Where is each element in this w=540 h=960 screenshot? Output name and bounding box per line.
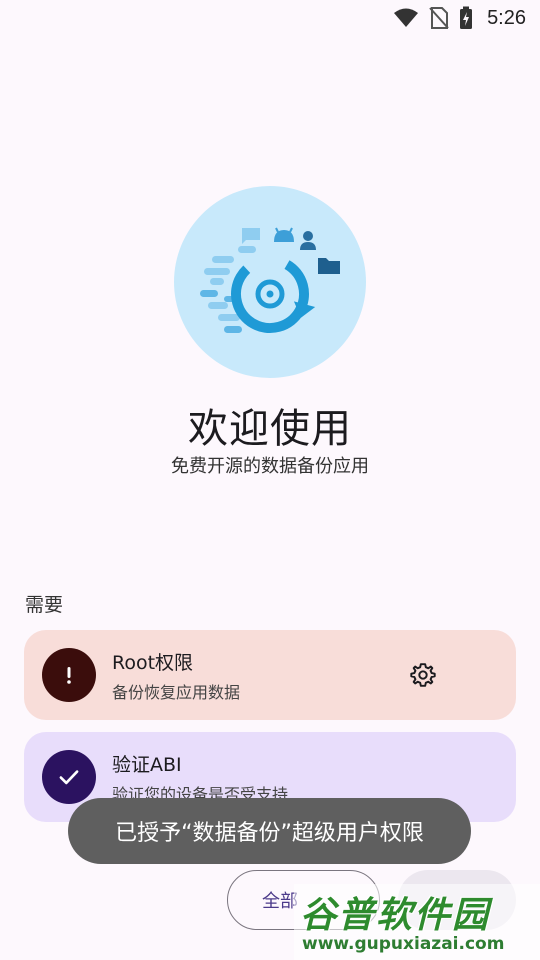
watermark: 谷普软件园 www.gupuxiazai.com: [294, 884, 540, 960]
battery-charging-icon: [460, 6, 473, 29]
all-button-label: 全部: [262, 891, 298, 912]
no-sim-icon: [429, 7, 449, 29]
toast-text: 已授予“数据备份”超级用户权限: [115, 821, 424, 846]
watermark-title: 谷普软件园: [300, 895, 491, 936]
card-title: 验证ABI: [112, 753, 182, 776]
card-description: 备份恢复应用数据: [112, 682, 241, 702]
root-permission-card[interactable]: Root权限 备份恢复应用数据: [24, 630, 516, 720]
check-icon: [42, 750, 96, 804]
watermark-url: www.gupuxiazai.com: [302, 934, 505, 954]
toast-message: 已授予“数据备份”超级用户权限: [68, 798, 471, 864]
backup-restore-icon: [200, 227, 340, 333]
card-title: Root权限: [112, 651, 194, 674]
welcome-subtitle: 免费开源的数据备份应用: [171, 456, 369, 477]
requirements-label: 需要: [25, 594, 64, 616]
gear-icon[interactable]: [406, 658, 440, 692]
status-bar: 5:26: [0, 0, 540, 36]
welcome-title: 欢迎使用: [188, 406, 352, 452]
status-time: 5:26: [487, 6, 526, 29]
backup-illustration: [174, 186, 366, 378]
exclamation-icon: [42, 648, 96, 702]
wifi-icon: [394, 8, 419, 27]
